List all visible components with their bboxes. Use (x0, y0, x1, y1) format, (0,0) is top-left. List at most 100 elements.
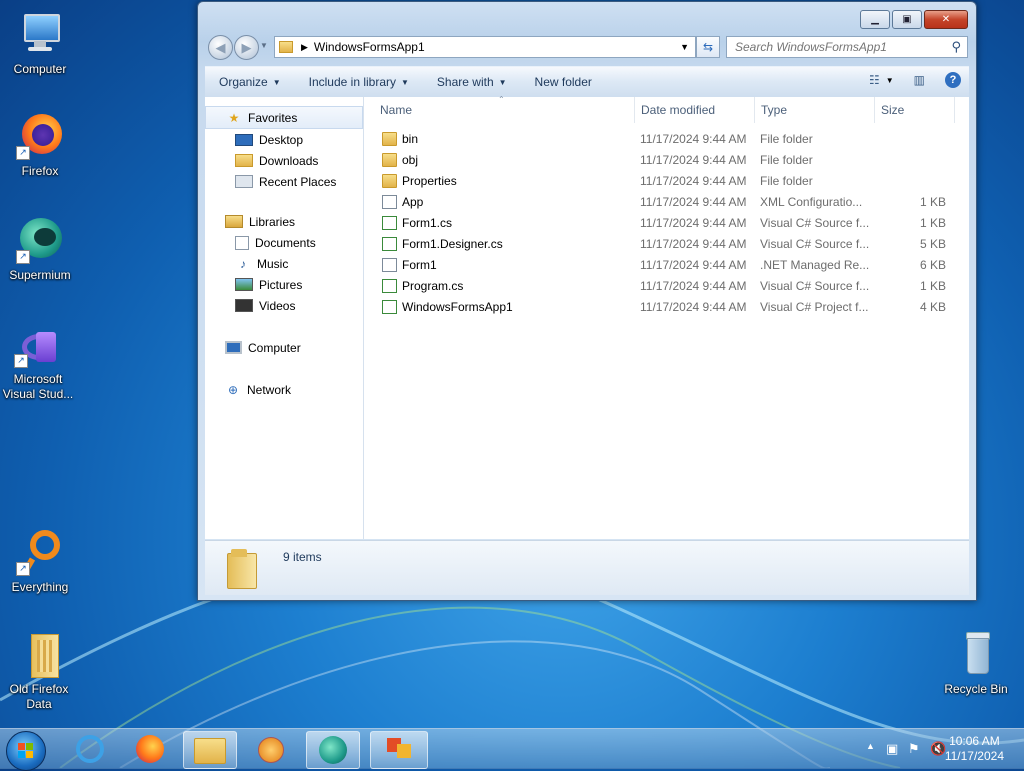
taskbar-firefox[interactable] (124, 731, 176, 767)
desktop-icon-computer[interactable]: Computer (2, 10, 78, 77)
file-row[interactable]: App 11/17/2024 9:44 AM XML Configuratio...… (364, 192, 969, 213)
help-icon[interactable]: ? (945, 72, 961, 88)
folder-icon (15, 630, 63, 678)
nav-item-pictures[interactable]: Pictures (205, 274, 363, 295)
column-header-size[interactable]: Size (875, 97, 955, 123)
file-type: Visual C# Source f... (760, 279, 870, 293)
volume-muted-icon[interactable]: 🔇 (930, 741, 946, 757)
nav-label: Network (247, 382, 292, 397)
taskbar-windows-explorer[interactable] (183, 731, 237, 769)
action-center-flag-icon[interactable]: ⚑ (908, 741, 920, 757)
nav-item-music[interactable]: ♪ Music (205, 253, 363, 274)
new-folder-button[interactable]: New folder (521, 75, 606, 89)
close-button[interactable]: ✕ (924, 10, 968, 29)
nav-item-downloads[interactable]: Downloads (205, 150, 363, 171)
file-size: 1 KB (919, 195, 946, 209)
change-view-icon[interactable]: ☷ (869, 73, 880, 87)
explorer-window: ▁ ▣ ✕ ◀ ▶ ▼ ▶ WindowsFormsApp1 ▼ ⇆ ⚲ Org… (197, 1, 977, 601)
item-count: 9 items (283, 550, 322, 564)
column-label: Size (881, 103, 905, 117)
nav-item-network[interactable]: ⊕ Network (205, 379, 363, 400)
folder-icon (382, 153, 397, 167)
network-status-icon[interactable]: ▣ (886, 741, 898, 757)
include-in-library-menu[interactable]: Include in library ▼ (295, 75, 423, 89)
taskbar-visual-studio-installer[interactable] (370, 731, 428, 769)
column-header-type[interactable]: Type (755, 97, 875, 123)
maximize-button[interactable]: ▣ (892, 10, 922, 29)
file-row[interactable]: Form1.cs 11/17/2024 9:44 AM Visual C# Sour… (364, 213, 969, 234)
column-header-date-modified[interactable]: Date modified (635, 97, 755, 123)
forward-button[interactable]: ▶ (234, 35, 259, 60)
folder-icon (227, 549, 259, 589)
pictures-icon (235, 278, 253, 291)
caption-buttons: ▁ ▣ ✕ (858, 10, 968, 29)
share-with-menu[interactable]: Share with ▼ (423, 75, 521, 89)
taskbar-internet-explorer[interactable] (64, 731, 116, 767)
computer-icon (16, 10, 64, 58)
nav-item-recent-places[interactable]: Recent Places (205, 171, 363, 192)
file-type: Visual C# Project f... (760, 300, 869, 314)
recycle-bin-icon (952, 630, 1000, 678)
preview-pane-icon[interactable]: ▥ (914, 73, 925, 87)
file-type: .NET Managed Re... (760, 258, 870, 272)
shortcut-arrow-icon: ↗ (14, 354, 28, 368)
file-row[interactable]: Form1 11/17/2024 9:44 AM .NET Managed Re..… (364, 255, 969, 276)
supermium-icon: ↗ (16, 216, 64, 264)
address-bar[interactable]: ▶ WindowsFormsApp1 ▼ (274, 36, 696, 58)
internet-explorer-icon (76, 735, 104, 763)
back-button[interactable]: ◀ (208, 35, 233, 60)
desktop-icon-supermium[interactable]: ↗ Supermium (2, 216, 78, 283)
search-icon[interactable]: ⚲ (951, 39, 961, 55)
recent-pages-dropdown[interactable]: ▼ (260, 41, 268, 50)
documents-icon (235, 235, 249, 250)
file-row[interactable]: Properties 11/17/2024 9:44 AM File folder (364, 171, 969, 192)
file-row[interactable]: Program.cs 11/17/2024 9:44 AM Visual C# So… (364, 276, 969, 297)
desktop-icon-label: Microsoft Visual Stud... (2, 372, 74, 401)
refresh-button[interactable]: ⇆ (696, 36, 720, 58)
nav-item-documents[interactable]: Documents (205, 232, 363, 253)
desktop-icon-everything[interactable]: ↗ Everything (2, 528, 78, 595)
file-row[interactable]: bin 11/17/2024 9:44 AM File folder (364, 129, 969, 150)
taskbar-media-player[interactable] (244, 731, 296, 767)
file-row[interactable]: WindowsFormsApp1 11/17/2024 9:44 AM Visual… (364, 297, 969, 318)
taskbar-supermium[interactable] (306, 731, 360, 769)
clock[interactable]: 10:06 AM 11/17/2024 (945, 734, 1004, 764)
visual-studio-icon: ↗ (14, 330, 62, 368)
star-icon: ★ (228, 110, 240, 125)
start-button[interactable] (6, 731, 46, 771)
libraries-group: Libraries Documents ♪ Music Pictures Vide… (205, 211, 363, 316)
clock-time: 10:06 AM (949, 734, 1000, 748)
nav-item-libraries[interactable]: Libraries (205, 211, 363, 232)
nav-label: Recent Places (259, 174, 337, 189)
navigation-pane: ★ Favorites Desktop Downloads Recent Plac… (205, 97, 364, 539)
desktop-icon-firefox[interactable]: ↗ Firefox (2, 112, 78, 179)
address-dropdown-icon[interactable]: ▼ (680, 42, 689, 52)
nav-item-favorites[interactable]: ★ Favorites (205, 106, 363, 129)
nav-label: Desktop (259, 132, 304, 147)
view-dropdown-icon[interactable]: ▼ (886, 76, 894, 85)
file-row[interactable]: obj 11/17/2024 9:44 AM File folder (364, 150, 969, 171)
resx-file-icon (382, 258, 397, 272)
minimize-button[interactable]: ▁ (860, 10, 890, 29)
column-header-name[interactable]: Name (364, 97, 635, 123)
desktop-icon (235, 133, 253, 146)
nav-item-videos[interactable]: Videos (205, 295, 363, 316)
nav-label: Libraries (249, 214, 296, 229)
desktop-icon-visual-studio[interactable]: ↗ Microsoft Visual Stud... (0, 330, 76, 402)
breadcrumb-chevron-icon[interactable]: ▶ (301, 42, 308, 53)
file-row[interactable]: Form1.Designer.cs 11/17/2024 9:44 AM Visua… (364, 234, 969, 255)
search-box[interactable]: ⚲ (726, 36, 968, 58)
nav-item-computer[interactable]: Computer (205, 337, 363, 358)
breadcrumb-segment[interactable]: WindowsFormsApp1 (314, 40, 425, 54)
file-date-modified: 11/17/2024 9:44 AM (640, 153, 747, 167)
computer-icon (225, 341, 242, 354)
desktop-icon-old-firefox-data[interactable]: Old Firefox Data (0, 630, 78, 712)
show-hidden-icons-icon[interactable]: ▲ (866, 741, 875, 751)
nav-item-desktop[interactable]: Desktop (205, 129, 363, 150)
organize-menu[interactable]: Organize ▼ (205, 75, 295, 89)
dropdown-caret-icon: ▼ (272, 77, 281, 87)
search-input[interactable] (733, 39, 937, 55)
computer-group: Computer (205, 337, 363, 358)
desktop-icon-recycle-bin[interactable]: Recycle Bin (936, 630, 1016, 697)
file-name: WindowsFormsApp1 (402, 300, 513, 314)
